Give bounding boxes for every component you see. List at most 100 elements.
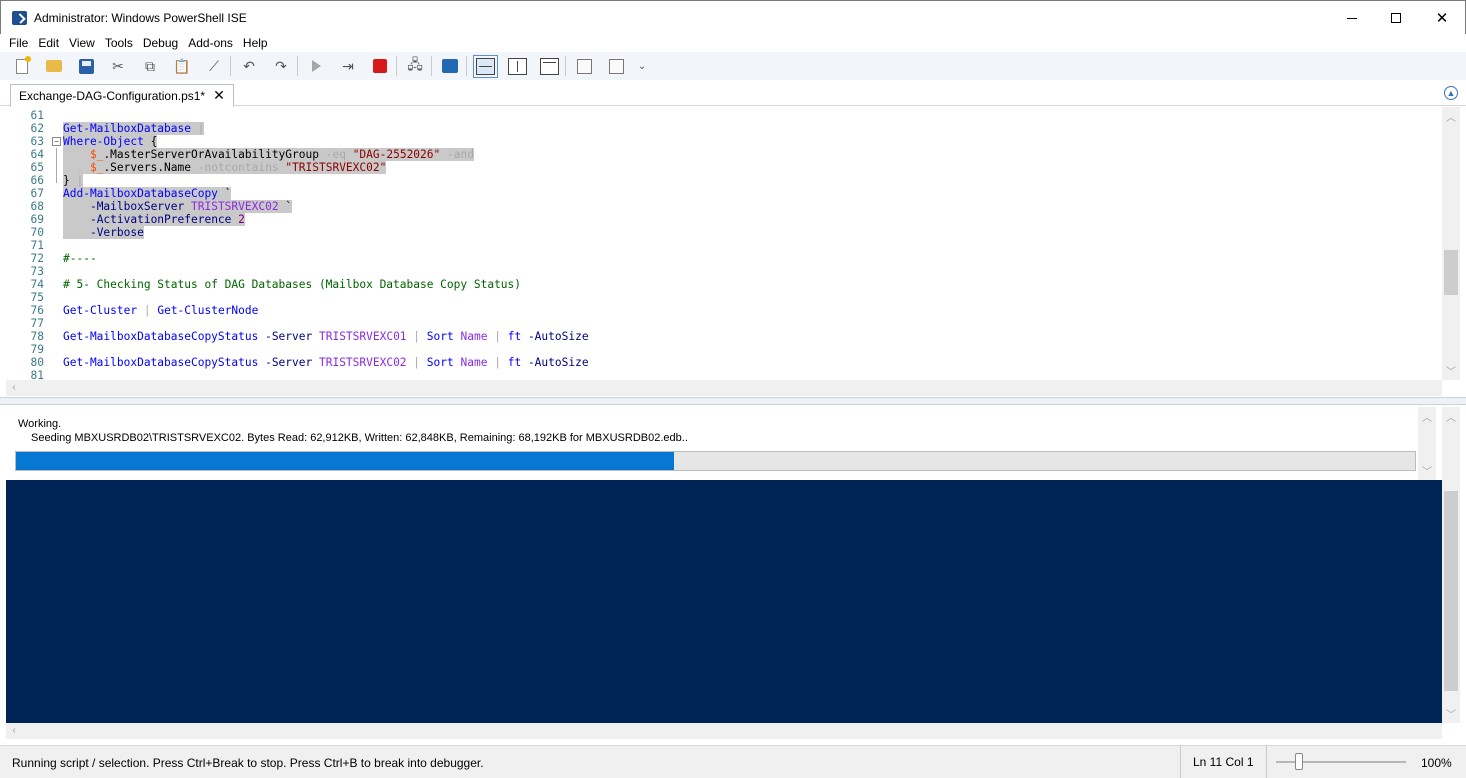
new-script-button[interactable] (12, 55, 32, 76)
remote-powershell-button[interactable]: 🖧 (405, 56, 425, 76)
code-line[interactable]: 73 (6, 265, 1436, 278)
code-line[interactable]: 66} | (6, 174, 1436, 187)
scroll-up-icon[interactable]: ︿ (1418, 409, 1436, 424)
console-pane[interactable] (6, 480, 1442, 723)
editor-horizontal-scrollbar[interactable]: ‹ (6, 380, 1442, 396)
show-addon-button[interactable] (606, 56, 626, 76)
scroll-left-icon[interactable]: ‹ (8, 382, 20, 393)
code-line[interactable]: 75 (6, 291, 1436, 304)
code-line[interactable]: 70 -Verbose (6, 226, 1436, 239)
open-icon (46, 60, 62, 72)
line-number: 71 (30, 239, 44, 252)
scrollbar-thumb[interactable] (1444, 491, 1458, 691)
menu-help[interactable]: Help (238, 34, 273, 52)
maximize-button[interactable] (1373, 1, 1419, 35)
script-pane-maximized-icon (539, 57, 559, 75)
code-line[interactable]: 77 (6, 317, 1436, 330)
menu-tools[interactable]: Tools (100, 34, 138, 52)
minimize-button[interactable] (1329, 1, 1375, 35)
collapse-script-pane-button[interactable]: ▲ (1444, 86, 1458, 100)
code-line[interactable]: 79 (6, 343, 1436, 356)
run-selection-icon: ⇥ (342, 57, 354, 74)
fold-toggle-icon[interactable]: − (52, 137, 61, 146)
code-token: TRISTSRVEXC01 (318, 330, 407, 343)
code-text: # 5- Checking Status of DAG Databases (M… (63, 278, 521, 291)
line-number: 74 (30, 278, 44, 291)
run-script-button[interactable] (306, 56, 326, 76)
code-token: | (143, 304, 151, 317)
menu-debug[interactable]: Debug (138, 34, 183, 52)
line-number: 67 (30, 187, 44, 200)
code-line[interactable]: 72 #---- (6, 252, 1436, 265)
code-line[interactable]: 80 Get-MailboxDatabaseCopyStatus -Server … (6, 356, 1436, 369)
save-button[interactable] (76, 56, 96, 76)
progress-vertical-scrollbar[interactable]: ︿ ﹀ (1418, 407, 1436, 480)
close-window-button[interactable]: ✕ (1419, 1, 1465, 35)
console-vertical-scrollbar[interactable]: ︿ ﹀ (1442, 407, 1460, 723)
code-token: Get-MailboxDatabaseCopyStatus (63, 330, 259, 343)
paste-button[interactable]: 📋 (172, 56, 192, 76)
copy-button[interactable]: ⧉ (140, 56, 160, 76)
line-number: 64 (30, 148, 44, 161)
code-token: #---- (63, 252, 97, 265)
script-editor[interactable]: 61 62 Get-MailboxDatabase | 63− Where-Object… (6, 107, 1460, 380)
scroll-down-icon[interactable]: ﹀ (1442, 363, 1460, 378)
cut-button[interactable]: ✂ (108, 56, 128, 76)
tab-exchange-dag-configuration[interactable]: Exchange-DAG-Configuration.ps1* ✕ (10, 84, 234, 107)
code-line[interactable]: 71 (6, 239, 1436, 252)
line-number: 65 (30, 161, 44, 174)
redo-button[interactable]: ↷ (271, 56, 291, 76)
cursor-position: Ln 11 Col 1 (1180, 746, 1267, 778)
menu-addons[interactable]: Add-ons (183, 34, 238, 52)
console-horizontal-scrollbar[interactable]: ‹ (6, 723, 1442, 739)
stop-button[interactable] (370, 56, 390, 76)
code-token: Sort (426, 356, 454, 369)
code-line[interactable]: 68 -MailboxServer TRISTSRVEXC02 ` (6, 200, 1436, 213)
code-line[interactable]: 78 Get-MailboxDatabaseCopyStatus -Server … (6, 330, 1436, 343)
code-line[interactable]: 76 Get-Cluster | Get-ClusterNode (6, 304, 1436, 317)
scrollbar-thumb[interactable] (1444, 250, 1458, 295)
pane-splitter[interactable] (0, 397, 1466, 405)
script-pane-right-button[interactable] (507, 56, 527, 76)
code-line[interactable]: 63− Where-Object { (6, 135, 1436, 148)
toolbar-overflow-button[interactable]: ⌄ (638, 56, 646, 76)
scroll-up-icon[interactable]: ︿ (1442, 409, 1460, 424)
line-number: 79 (30, 343, 44, 356)
scroll-left-icon[interactable]: ‹ (8, 725, 20, 736)
new-script-icon (16, 55, 31, 74)
toolbar-separator (466, 56, 467, 76)
code-token: # 5- Checking Status of DAG Databases (M… (63, 278, 522, 291)
code-line[interactable]: 81 (6, 369, 1436, 380)
code-line[interactable]: 69 -ActivationPreference 2 (6, 213, 1436, 226)
code-line[interactable]: 64 $_.MasterServerOrAvailabilityGroup -e… (6, 148, 1436, 161)
powershell-button[interactable] (440, 56, 460, 76)
code-text: } | (63, 174, 84, 187)
code-line[interactable]: 62 Get-MailboxDatabase | (6, 122, 1436, 135)
code-token: $_ (89, 161, 104, 174)
window-title: Administrator: Windows PowerShell ISE (34, 11, 247, 25)
editor-vertical-scrollbar[interactable]: ︿ ﹀ (1442, 107, 1460, 380)
undo-button[interactable]: ↶ (239, 56, 259, 76)
menu-view[interactable]: View (64, 34, 100, 52)
code-token: ` (278, 200, 293, 213)
script-pane-maximized-button[interactable] (539, 56, 559, 76)
scroll-down-icon[interactable]: ﹀ (1418, 463, 1436, 478)
scroll-down-icon[interactable]: ﹀ (1442, 706, 1460, 721)
run-selection-button[interactable]: ⇥ (338, 56, 358, 76)
script-pane-top-button[interactable] (472, 54, 498, 78)
code-line[interactable]: 61 (6, 109, 1436, 122)
zoom-slider-thumb[interactable] (1295, 753, 1304, 770)
code-line[interactable]: 65 $_.Servers.Name -notcontains "TRISTSR… (6, 161, 1436, 174)
clear-console-button[interactable]: ⟋ (204, 56, 224, 76)
progress-status: Seeding MBXUSRDB02\TRISTSRVEXC02. Bytes … (31, 432, 688, 444)
show-command-button[interactable] (574, 56, 594, 76)
code-line[interactable]: 67 Add-MailboxDatabaseCopy ` (6, 187, 1436, 200)
scroll-up-icon[interactable]: ︿ (1442, 109, 1460, 124)
menu-edit[interactable]: Edit (33, 34, 64, 52)
code-line[interactable]: 74 # 5- Checking Status of DAG Databases … (6, 278, 1436, 291)
menu-file[interactable]: File (4, 34, 33, 52)
close-icon[interactable]: ✕ (213, 87, 225, 104)
code-token: ft (507, 356, 522, 369)
open-button[interactable] (44, 56, 64, 76)
